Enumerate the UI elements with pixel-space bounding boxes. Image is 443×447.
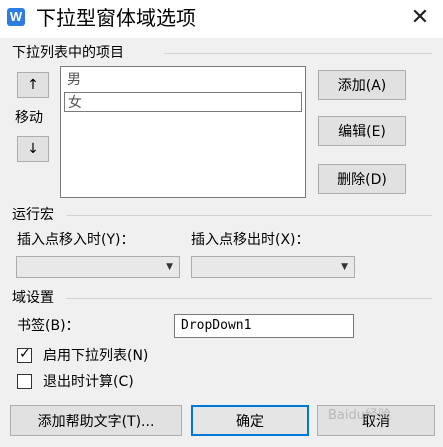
watermark: Baidu经验 [328, 408, 391, 423]
field-section-label: 域设置 [12, 290, 54, 306]
calc-on-exit-label: 退出时计算(C) [43, 374, 134, 390]
delete-button[interactable]: 删除(D) [318, 164, 406, 194]
list-section-divider [164, 53, 432, 54]
enable-dropdown-label: 启用下拉列表(N) [43, 348, 149, 364]
check-icon: ✓ [19, 346, 31, 362]
exit-macro-select[interactable]: ▼ [191, 256, 355, 278]
calc-on-exit-checkbox-row[interactable]: 退出时计算(C) [17, 373, 217, 391]
edit-button[interactable]: 编辑(E) [318, 116, 406, 146]
macro-section-label: 运行宏 [12, 207, 54, 223]
enable-dropdown-checkbox[interactable]: ✓ [17, 346, 32, 363]
move-label: 移动 [15, 110, 43, 126]
move-up-button[interactable]: ↑ [17, 72, 49, 98]
exit-macro-label: 插入点移出时(X)： [191, 232, 310, 248]
dialog-title: 下拉型窗体域选项 [36, 6, 196, 30]
entry-macro-label: 插入点移入时(Y)： [17, 232, 135, 248]
add-help-text-button[interactable]: 添加帮助文字(T)... [10, 405, 182, 436]
chevron-down-icon: ▼ [341, 262, 348, 272]
calc-on-exit-checkbox[interactable] [17, 374, 32, 389]
arrow-up-icon: ↑ [27, 77, 39, 93]
close-icon[interactable]: ✕ [408, 6, 432, 30]
list-item-female[interactable]: 女 [64, 92, 302, 112]
ok-button[interactable]: 确定 [191, 405, 309, 436]
entry-macro-select[interactable]: ▼ [16, 256, 180, 278]
macro-section-divider [66, 215, 432, 216]
list-item-male[interactable]: 男 [64, 70, 302, 90]
arrow-down-icon: ↓ [27, 141, 39, 157]
chevron-down-icon: ▼ [166, 262, 173, 272]
bookmark-label: 书签(B)： [17, 318, 80, 334]
bookmark-input[interactable]: DropDown1 [174, 314, 354, 338]
wps-app-icon: W [7, 8, 25, 26]
dropdown-items-list[interactable]: 男 女 [60, 66, 306, 198]
add-button[interactable]: 添加(A) [318, 70, 406, 100]
move-down-button[interactable]: ↓ [17, 136, 49, 162]
field-section-divider [66, 298, 432, 299]
enable-dropdown-checkbox-row[interactable]: ✓ 启用下拉列表(N) [17, 346, 217, 365]
list-section-label: 下拉列表中的项目 [12, 45, 124, 61]
